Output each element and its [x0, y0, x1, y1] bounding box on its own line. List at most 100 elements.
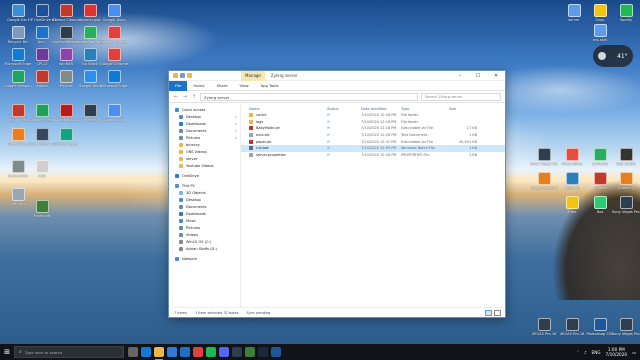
column-type[interactable]: Type — [401, 107, 449, 111]
ribbon-tab[interactable]: Home — [187, 81, 210, 91]
nav-item[interactable]: server — [169, 155, 240, 162]
new-folder-icon[interactable] — [187, 73, 192, 78]
desktop-icon[interactable]: Sony Vegas Pro 14 — [612, 196, 640, 214]
desktop-icon[interactable]: Nox — [586, 196, 614, 214]
properties-icon[interactable] — [180, 73, 185, 78]
nav-this-pc[interactable]: This PC — [169, 182, 240, 189]
forward-arrow-icon[interactable]: → — [182, 94, 188, 100]
desktop-icon[interactable]: server — [560, 4, 588, 22]
desktop-icon[interactable]: Sony Vegas Pro 13 — [612, 318, 640, 336]
column-size[interactable]: Size — [449, 107, 477, 111]
nav-onedrive[interactable]: OneDrive — [169, 172, 240, 179]
desktop-icon[interactable]: Minecraft — [28, 200, 56, 218]
nav-item[interactable]: Desktop ✦ — [169, 113, 240, 120]
steam-icon[interactable] — [258, 347, 268, 357]
volume-icon[interactable]: ♪ — [584, 350, 587, 355]
column-date[interactable]: Date modified — [361, 107, 401, 111]
nav-item[interactable]: Desktop — [169, 196, 240, 203]
nav-item[interactable]: bineczy — [169, 141, 240, 148]
file-row[interactable]: BabyMode.jar ⟳ 7/10/2020 12:18 PM Executabl… — [241, 125, 505, 132]
desktop-icon[interactable]: Audacity — [612, 172, 640, 190]
large-icons-view-button[interactable] — [494, 309, 501, 316]
desktop-icon[interactable]: nebo — [28, 160, 56, 178]
jar-file-icon — [249, 126, 253, 131]
nav-quick-access[interactable]: Quick access — [169, 106, 240, 113]
details-view-button[interactable] — [485, 309, 492, 316]
desktop-icon[interactable]: Files — [558, 196, 586, 214]
desktop-icon[interactable]: Google-Docs — [100, 4, 128, 22]
weather-widget[interactable]: 41° — [593, 45, 633, 67]
close-button[interactable]: ✕ — [487, 73, 505, 79]
chevron-up-icon[interactable]: ˄ — [577, 350, 579, 355]
file-row[interactable]: eula.txt ⟳ 7/10/2020 12:18 PM Text Document… — [241, 132, 505, 139]
file-row[interactable]: run.bat ⟳ 7/10/2020 12:59 PM Windows Batch … — [241, 144, 505, 152]
nav-item[interactable]: Pictures — [169, 224, 240, 231]
notification-icon[interactable]: ▭ — [632, 350, 636, 355]
ribbon-tab[interactable]: App Tools — [255, 81, 285, 91]
vegas-icon[interactable] — [232, 347, 242, 357]
maximize-button[interactable]: ☐ — [469, 73, 487, 79]
taskbar-search-input[interactable]: ⌕ Type here to search — [14, 346, 124, 358]
title-bar[interactable]: Manage Zylerg server – ☐ ✕ — [169, 70, 505, 81]
store-icon[interactable] — [167, 347, 177, 357]
file-row[interactable]: server.properties ⟳ 7/10/2020 12:18 PM PROP… — [241, 152, 505, 159]
nav-item[interactable]: Documents — [169, 203, 240, 210]
desktop-icon[interactable]: VEGAS Pro 18 — [558, 318, 586, 336]
windows-start-icon[interactable]: ⊞ — [0, 348, 14, 356]
chrome-icon[interactable] — [193, 347, 203, 357]
discord-icon[interactable] — [219, 347, 229, 357]
photoshop-icon[interactable] — [271, 347, 281, 357]
spotify-icon[interactable] — [206, 347, 216, 357]
ribbon-tab[interactable]: File — [169, 80, 188, 91]
file-row[interactable]: logs ⟳ 7/10/2020 12:18 PM File folder — [241, 119, 505, 126]
desktop-icon[interactable]: Photoshop CS6 — [586, 318, 614, 336]
task-view-icon[interactable] — [128, 347, 138, 357]
clock[interactable]: 1:00 PM 7/10/2020 — [606, 347, 627, 357]
desktop-icon[interactable]: Google Chrome — [100, 26, 128, 44]
nav-item[interactable]: Downloads ✦ — [169, 120, 240, 127]
nav-item[interactable]: Youtube Videos — [169, 162, 240, 169]
desktop-icon[interactable]: VEGAS Pro 16 — [530, 318, 558, 336]
nav-item[interactable]: Music — [169, 217, 240, 224]
nav-item[interactable]: Documents ✦ — [169, 127, 240, 134]
desktop-icon[interactable]: Spotify — [612, 4, 640, 22]
nav-item[interactable]: Pictures ✦ — [169, 134, 240, 141]
desktop-icon[interactable]: ms-skin — [586, 24, 614, 42]
desktop-icon[interactable]: Microsoft Edge — [100, 70, 128, 88]
address-bar[interactable]: Zylerg server — [200, 92, 418, 101]
back-arrow-icon[interactable]: ← — [173, 94, 179, 100]
nav-item[interactable]: Win10 OS (C:) — [169, 238, 240, 245]
desktop-icon[interactable]: Logitech — [558, 172, 586, 190]
desktop-icon[interactable]: Camtasia — [586, 148, 614, 166]
language-indicator[interactable]: ENG — [592, 350, 601, 355]
desktop-icon[interactable]: Snap — [586, 4, 614, 22]
ribbon-tab[interactable]: View — [234, 81, 255, 91]
nav-item[interactable]: Downloads — [169, 210, 240, 217]
desktop-icon[interactable]: Games — [586, 172, 614, 190]
nav-item[interactable]: OBS Videos — [169, 148, 240, 155]
column-status[interactable]: Status — [327, 107, 361, 111]
file-row[interactable]: paper.jar ⟳ 7/10/2020 12:47 PM Executable J… — [241, 138, 505, 145]
nav-network[interactable]: Network — [169, 255, 240, 262]
minimize-button[interactable]: – — [451, 73, 469, 79]
desktop-icon[interactable]: Google Chrome — [100, 48, 128, 66]
desktop-icon[interactable]: OBS Studio — [612, 148, 640, 166]
edge-icon[interactable] — [141, 347, 151, 357]
manage-tab-label[interactable]: Manage — [241, 70, 265, 81]
nav-item[interactable]: 3D Objects — [169, 189, 240, 196]
desktop-icon[interactable]: Zylong Vegas — [52, 128, 80, 146]
column-name[interactable]: Name — [241, 107, 327, 111]
search-input[interactable]: Search Zylerg server — [421, 92, 501, 101]
file-row[interactable]: cache ⟳ 7/10/2020 12:18 PM File folder — [241, 112, 505, 119]
desktop-icon[interactable]: Adobe Illustrator — [530, 172, 558, 190]
ribbon-tab[interactable]: Share — [211, 81, 234, 91]
up-arrow-icon[interactable]: ↑ — [191, 94, 197, 100]
desktop-icon[interactable]: Video Editor — [558, 148, 586, 166]
nav-item[interactable]: Adrian Stoffs (D:) — [169, 245, 240, 252]
file-explorer-icon[interactable] — [154, 347, 164, 360]
desktop-icon[interactable]: Sony Vegas Pro 13 — [530, 148, 558, 166]
minecraft-icon[interactable] — [245, 347, 255, 357]
mail-icon[interactable] — [180, 347, 190, 357]
desktop-icon[interactable]: Google Docs — [100, 104, 128, 122]
nav-item[interactable]: Videos — [169, 231, 240, 238]
